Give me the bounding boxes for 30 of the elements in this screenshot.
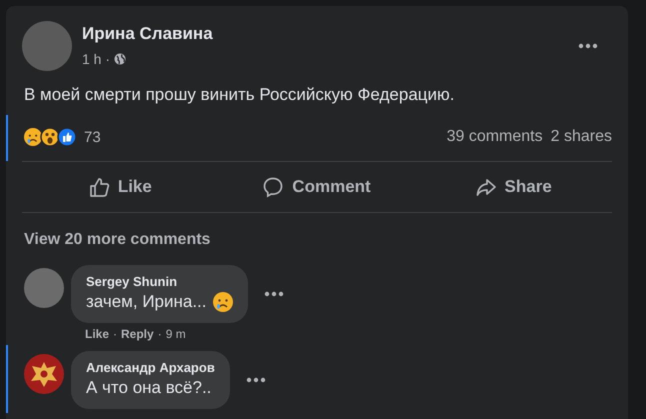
reactions-icon: [24, 127, 78, 147]
commenter-name[interactable]: Александр Архаров: [86, 360, 215, 375]
shares-count[interactable]: 2 shares: [550, 128, 612, 146]
commenter-name[interactable]: Sergey Shunin: [86, 274, 233, 289]
avatar-photo: [22, 21, 72, 71]
avatar-photo: [24, 268, 64, 308]
more-options-icon[interactable]: [264, 291, 284, 297]
globe-icon: [114, 53, 126, 65]
comment-text: зачем, Ирина...: [86, 292, 207, 312]
reaction-count[interactable]: 73: [84, 128, 101, 146]
separator-dot: ·: [113, 327, 118, 341]
separator-dot: ·: [158, 327, 162, 341]
thumbs-up-icon: [88, 176, 110, 198]
comment-time[interactable]: 9 m: [166, 327, 186, 341]
action-button[interactable]: Share: [415, 166, 612, 208]
arrow-icon: [476, 176, 497, 198]
more-options-icon[interactable]: [246, 377, 266, 383]
emblem-icon: [24, 354, 64, 394]
post-text: В моей смерти прошу винить Российскую Федерацию.: [23, 84, 456, 105]
comments-count[interactable]: 39 comments: [446, 128, 543, 146]
view-more-link[interactable]: View 20 more comments: [6, 213, 228, 259]
comment-link[interactable]: Reply: [121, 327, 154, 341]
speech-bubble-icon: [263, 176, 284, 198]
more-options-icon[interactable]: [578, 43, 598, 49]
comment-text: А что она всё?..: [86, 378, 212, 398]
action-button[interactable]: Comment: [218, 166, 416, 208]
comment-link[interactable]: Like: [85, 327, 110, 341]
action-button[interactable]: Like: [22, 166, 219, 208]
post-time[interactable]: 1 h ·: [82, 51, 110, 67]
author-name[interactable]: Ирина Славина: [82, 24, 578, 44]
